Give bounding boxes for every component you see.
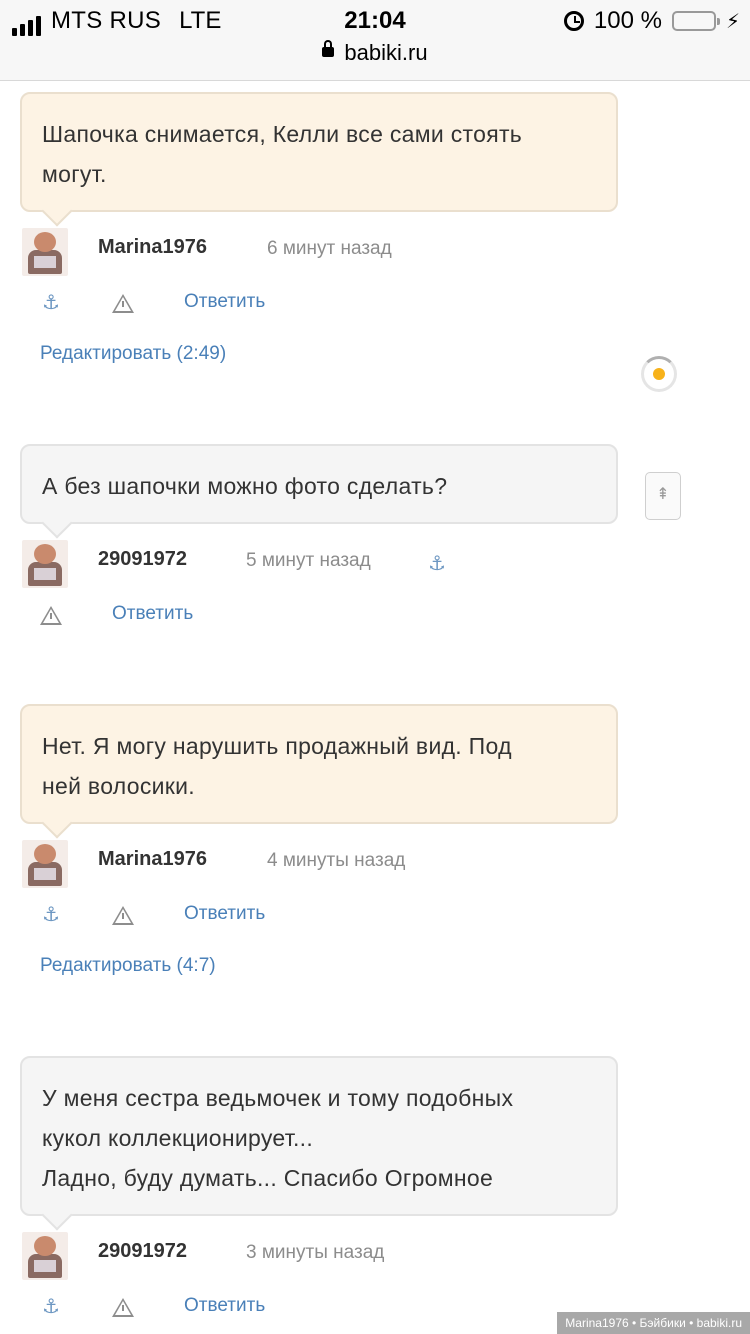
comment-text-line: Шапочка снимается, Келли все сами стоять [42, 121, 523, 147]
loading-spinner-icon [641, 356, 677, 392]
comment-time: 4 минуты назад [267, 850, 406, 871]
warning-icon[interactable] [112, 906, 134, 925]
lock-icon [322, 40, 335, 58]
comment-actions: ⚓ Ответить [22, 290, 622, 320]
alarm-icon [563, 11, 584, 31]
warning-icon[interactable] [112, 1298, 134, 1317]
comment-meta: 29091972 5 минут назад ⚓ [22, 540, 622, 588]
scroll-top-icon: ⇞ [656, 486, 670, 503]
reply-link[interactable]: Ответить [184, 1295, 265, 1317]
comment-bubble: Нет. Я могу нарушить продажный вид. Под … [20, 704, 618, 824]
reply-link[interactable]: Ответить [112, 603, 193, 625]
anchor-icon[interactable]: ⚓ [42, 1294, 60, 1319]
comment-text-line: могут. [42, 161, 107, 187]
avatar[interactable] [22, 228, 68, 276]
comment-text-line: кукол коллекционирует... [42, 1125, 314, 1151]
anchor-icon[interactable]: ⚓ [42, 290, 60, 315]
comment-time: 3 минуты назад [246, 1242, 385, 1263]
battery-icon [671, 11, 720, 31]
address-bar[interactable]: babiki.ru [0, 38, 750, 68]
avatar[interactable] [22, 840, 68, 888]
comment-meta: 29091972 3 минуты назад [22, 1232, 622, 1280]
comment-time: 6 минут назад [267, 238, 392, 259]
comment-actions: Ответить [22, 602, 622, 632]
scroll-top-button[interactable]: ⇞ [645, 472, 681, 520]
warning-icon[interactable] [40, 606, 62, 625]
avatar[interactable] [22, 540, 68, 588]
avatar[interactable] [22, 1232, 68, 1280]
comment-text-line: ней волосики. [42, 773, 195, 799]
comment-meta: Marina1976 4 минуты назад [22, 840, 622, 888]
author-name[interactable]: 29091972 [98, 1240, 187, 1263]
battery-percent: 100 % [593, 7, 662, 34]
comment-text-line: Нет. Я могу нарушить продажный вид. Под [42, 733, 512, 759]
comment-text-line: А без шапочки можно фото сделать? [42, 473, 448, 499]
author-name[interactable]: Marina1976 [98, 848, 207, 871]
charging-bolt-icon: ⚡ [725, 10, 740, 33]
comment-bubble: У меня сестра ведьмочек и тому подобных … [20, 1056, 618, 1216]
edit-link[interactable]: Редактировать (2:49) [40, 343, 226, 365]
warning-icon[interactable] [112, 294, 134, 313]
author-name[interactable]: Marina1976 [98, 236, 207, 259]
status-bar: MTS RUS LTE 21:04 100 % ⚡ babiki.ru [0, 0, 750, 81]
comment-actions: ⚓ Ответить [22, 902, 622, 932]
comment-actions: ⚓ Ответить [22, 1294, 622, 1324]
reply-link[interactable]: Ответить [184, 903, 265, 925]
anchor-icon[interactable]: ⚓ [42, 902, 60, 927]
status-right: 100 % ⚡ [563, 6, 740, 36]
comment-time: 5 минут назад [246, 550, 371, 571]
comment-meta: Marina1976 6 минут назад [22, 228, 622, 276]
anchor-icon[interactable]: ⚓ [428, 551, 446, 576]
comment-bubble: А без шапочки можно фото сделать? [20, 444, 618, 524]
comment-text-line: У меня сестра ведьмочек и тому подобных [42, 1085, 514, 1111]
edit-link[interactable]: Редактировать (4:7) [40, 955, 216, 977]
url-text: babiki.ru [344, 40, 428, 65]
reply-link[interactable]: Ответить [184, 291, 265, 313]
author-name[interactable]: 29091972 [98, 548, 187, 571]
comment-text-line: Ладно, буду думать... Спасибо Огромное [42, 1165, 494, 1191]
watermark-credit: Marina1976 • Бэйбики • babiki.ru [557, 1312, 750, 1334]
comment-bubble: Шапочка снимается, Келли все сами стоять… [20, 92, 618, 212]
